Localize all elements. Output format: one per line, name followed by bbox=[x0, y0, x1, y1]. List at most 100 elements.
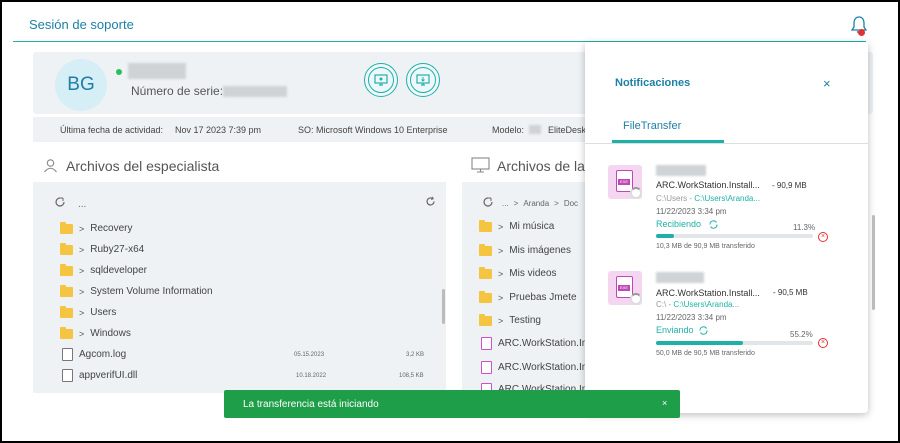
folder-icon bbox=[479, 243, 492, 256]
serial-value-redacted bbox=[223, 86, 287, 97]
transfer-path: C:\ - C:\Users\Aranda... bbox=[656, 300, 740, 309]
cancel-transfer-icon[interactable]: × bbox=[818, 232, 828, 242]
list-item[interactable]: ARC.WorkStation.In bbox=[481, 361, 587, 374]
folder-icon bbox=[60, 242, 73, 255]
list-item[interactable]: > System Volume Information bbox=[60, 284, 213, 297]
transfer-filename: ARC.WorkStation.Install... bbox=[656, 180, 760, 190]
file-size: 108,5 KB bbox=[399, 373, 424, 379]
transfer-size: - 90,5 MB bbox=[773, 288, 808, 297]
folder-icon bbox=[60, 221, 73, 234]
file-size: 3,2 KB bbox=[406, 352, 425, 358]
transfer-date: 11/22/2023 3:34 pm bbox=[656, 313, 727, 322]
transfer-path-link[interactable]: C:\Users\Aranda... bbox=[694, 194, 760, 203]
list-item[interactable]: > Pruebas Jmete bbox=[479, 290, 577, 303]
file-icon bbox=[481, 337, 492, 350]
chevron-right-icon[interactable]: > bbox=[498, 293, 503, 303]
sync-icon bbox=[699, 326, 708, 335]
chevron-right-icon[interactable]: > bbox=[79, 308, 84, 318]
notification-dot bbox=[858, 29, 865, 36]
last-activity-value: Nov 17 2023 7:39 pm bbox=[175, 125, 262, 135]
monitor-transfer-icon bbox=[416, 74, 430, 86]
chevron-right-icon[interactable]: > bbox=[79, 287, 84, 297]
transfer-user-redacted bbox=[656, 165, 706, 176]
specialist-files-title: Archivos del especialista bbox=[66, 158, 220, 174]
file-date: 05.15.2023 bbox=[294, 352, 325, 358]
chevron-right-icon[interactable]: > bbox=[498, 316, 503, 326]
transfer-date: 11/22/2023 3:34 pm bbox=[656, 207, 727, 216]
tab-divider bbox=[585, 143, 868, 144]
file-icon bbox=[62, 369, 73, 382]
close-icon[interactable]: × bbox=[823, 76, 831, 91]
folder-icon bbox=[60, 284, 73, 297]
remote-control-button[interactable] bbox=[364, 63, 398, 97]
chevron-right-icon: > bbox=[554, 199, 559, 208]
transfer-path-link[interactable]: C:\Users\Aranda... bbox=[673, 300, 739, 309]
chevron-right-icon[interactable]: > bbox=[79, 245, 84, 255]
list-item[interactable]: > Mi música bbox=[479, 219, 554, 232]
home-icon[interactable] bbox=[483, 197, 493, 207]
list-item[interactable]: > sqldeveloper bbox=[60, 263, 147, 276]
app-frame: Sesión de soporte BG Número de serie: Úl… bbox=[2, 2, 898, 441]
list-item[interactable]: > Ruby27-x64 bbox=[60, 242, 144, 255]
chevron-right-icon: > bbox=[513, 199, 519, 208]
exe-file-icon: EXE bbox=[608, 165, 642, 199]
header: Sesión de soporte bbox=[13, 2, 866, 42]
transfer-size: - 90,9 MB bbox=[772, 181, 807, 190]
model-label: Modelo: bbox=[492, 125, 525, 135]
list-item[interactable]: > Recovery bbox=[60, 221, 133, 234]
folder-icon bbox=[479, 266, 492, 279]
online-status-icon bbox=[116, 69, 122, 75]
toast-message: La transferencia está iniciando bbox=[243, 399, 379, 410]
transfer-detail: 50,0 MB de 90,5 MB transferido bbox=[656, 350, 755, 357]
list-item[interactable]: appverifUI.dll bbox=[62, 369, 137, 382]
chevron-right-icon[interactable]: > bbox=[498, 246, 503, 256]
list-item[interactable]: > Windows bbox=[60, 326, 131, 339]
list-item[interactable]: > Mis videos bbox=[479, 266, 557, 279]
transfer-status: Recibiendo bbox=[656, 219, 702, 229]
chevron-right-icon[interactable]: > bbox=[79, 329, 84, 339]
avatar: BG bbox=[55, 59, 107, 111]
chevron-right-icon[interactable]: > bbox=[498, 269, 503, 279]
transfer-status: Enviando bbox=[656, 325, 694, 335]
sync-icon bbox=[709, 220, 718, 229]
model-redacted bbox=[529, 125, 541, 134]
chevron-right-icon[interactable]: > bbox=[79, 266, 84, 276]
folder-icon bbox=[479, 219, 492, 232]
specialist-path[interactable]: ... bbox=[78, 199, 86, 210]
page-title: Sesión de soporte bbox=[29, 17, 134, 32]
last-activity-label: Última fecha de actividad: bbox=[60, 125, 164, 135]
file-transfer-button[interactable] bbox=[406, 63, 440, 97]
close-icon[interactable]: × bbox=[662, 398, 667, 408]
file-icon bbox=[62, 348, 73, 361]
list-item[interactable]: > Testing bbox=[479, 313, 541, 326]
specialist-scrollbar[interactable] bbox=[442, 289, 445, 324]
list-item[interactable]: ARC.WorkStation.In bbox=[481, 337, 587, 350]
chevron-right-icon[interactable]: > bbox=[498, 222, 503, 232]
transfer-detail: 10,3 MB de 90,9 MB transferido bbox=[656, 243, 755, 250]
serial-label: Número de serie: bbox=[131, 84, 224, 98]
notifications-title: Notificaciones bbox=[615, 77, 691, 89]
user-icon bbox=[44, 159, 57, 173]
spinner-icon bbox=[630, 187, 642, 199]
refresh-icon[interactable] bbox=[425, 196, 436, 207]
notifications-scrollbar[interactable] bbox=[872, 215, 875, 310]
folder-icon bbox=[60, 326, 73, 339]
tab-filetransfer[interactable]: FileTransfer bbox=[623, 120, 681, 132]
transfer-progress-fill bbox=[656, 341, 743, 345]
spinner-icon bbox=[630, 293, 642, 305]
folder-icon bbox=[479, 313, 492, 326]
list-item[interactable]: > Mis imágenes bbox=[479, 243, 571, 256]
folder-icon bbox=[60, 305, 73, 318]
list-item[interactable]: > Users bbox=[60, 305, 116, 318]
transfer-path: C:\Users - C:\Users\Aranda... bbox=[656, 194, 761, 203]
home-icon[interactable] bbox=[55, 197, 65, 207]
transfer-percent: 55.2% bbox=[790, 330, 813, 339]
os-label: SO: bbox=[298, 125, 314, 135]
cancel-transfer-icon[interactable]: × bbox=[818, 338, 828, 348]
device-breadcrumb: ... > Aranda > Doc bbox=[502, 199, 579, 208]
chevron-right-icon[interactable]: > bbox=[79, 224, 84, 234]
transfer-percent: 11.3% bbox=[793, 223, 816, 232]
list-item[interactable]: Agcom.log bbox=[62, 348, 126, 361]
monitor-icon bbox=[374, 74, 388, 86]
notifications-panel: Notificaciones × FileTransfer EXE ARC.Wo… bbox=[585, 42, 875, 413]
